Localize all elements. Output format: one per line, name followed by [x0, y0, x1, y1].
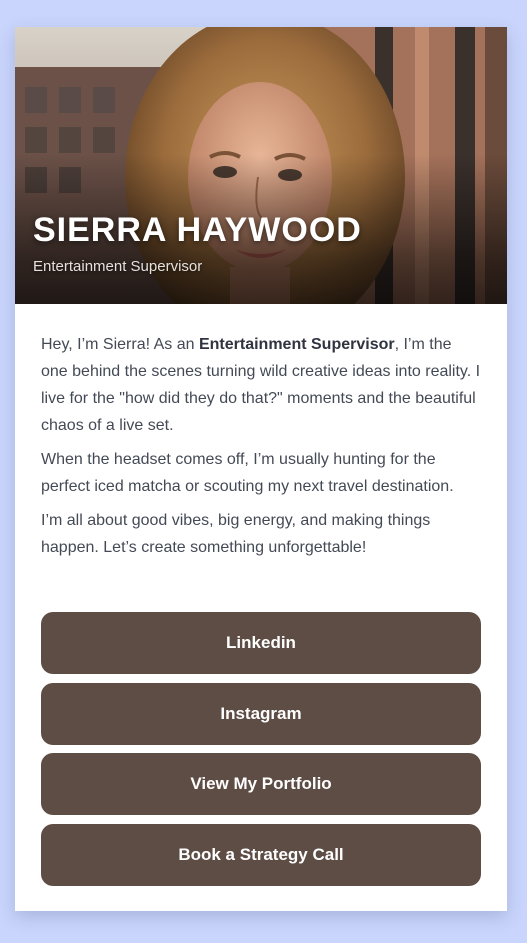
link-buttons: Linkedin Instagram View My Portfolio Boo… [41, 612, 481, 894]
bio-highlight: Entertainment Supervisor [198, 336, 395, 353]
portfolio-button[interactable]: View My Portfolio [41, 753, 481, 815]
instagram-button[interactable]: Instagram [41, 682, 481, 745]
bio-section: Hey, I’m Sierra! As an Entertainment Sup… [15, 304, 507, 561]
bio-paragraph-3: I’m all about good vibes, big energy, an… [41, 512, 431, 556]
profile-card: SIERRA HAYWOOD Entertainment Supervisor … [15, 27, 507, 911]
book-call-button[interactable]: Book a Strategy Call [41, 823, 481, 886]
bio-text: Hey, I’m Sierra! As an [41, 336, 199, 353]
bio-paragraph-1: Hey, I’m Sierra! As an Entertainment Sup… [41, 331, 481, 439]
bio-paragraph-2: When the headset comes off, I’m usually … [41, 451, 454, 495]
linkedin-button[interactable]: Linkedin [41, 612, 481, 674]
profile-role: Entertainment Supervisor [33, 258, 203, 275]
hero-photo: SIERRA HAYWOOD Entertainment Supervisor [15, 27, 507, 304]
profile-name: SIERRA HAYWOOD [33, 211, 362, 249]
